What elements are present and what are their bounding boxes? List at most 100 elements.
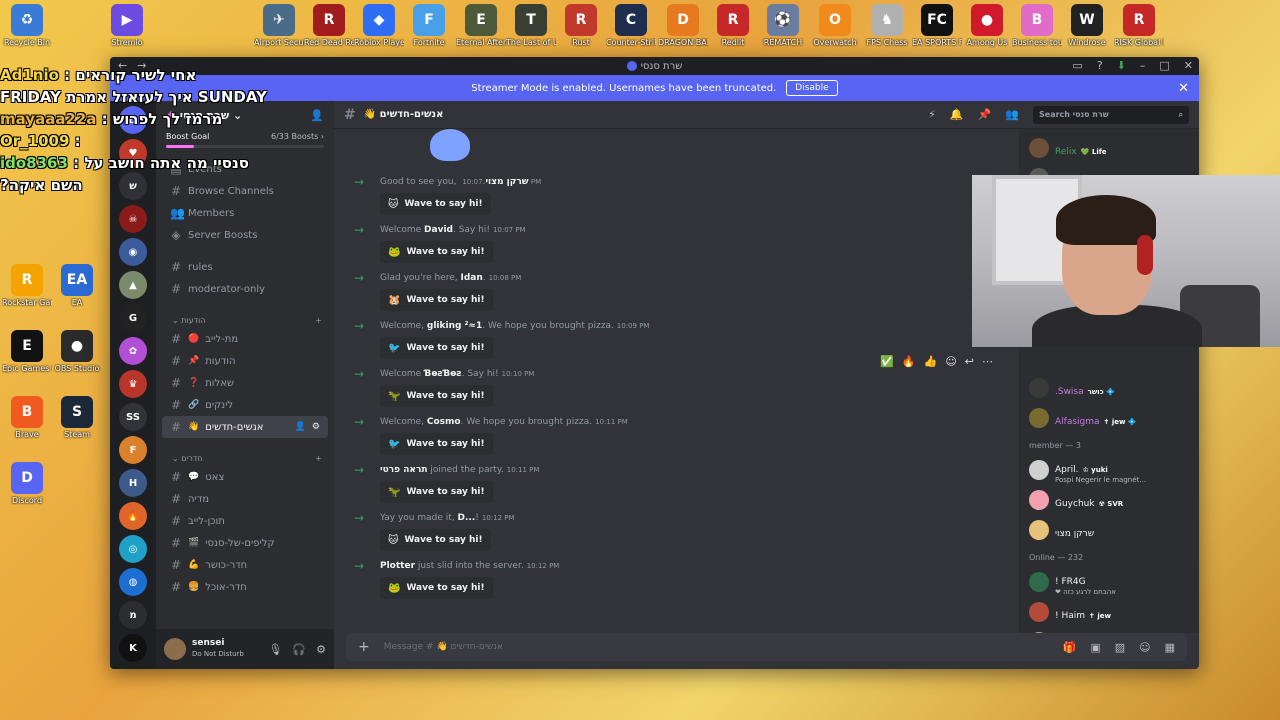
server-icon[interactable]: F <box>119 436 147 464</box>
close-window-icon[interactable]: ✕ <box>1184 59 1193 72</box>
member-item[interactable]: ! FR4G ❤ אהבתם לרגע כזה <box>1025 567 1193 597</box>
desktop-icon[interactable]: E Epic Games Launcher <box>2 326 52 374</box>
gif-icon[interactable]: ▣ <box>1090 641 1100 654</box>
server-icon[interactable]: SS <box>119 403 147 431</box>
wave-button[interactable]: 🐱 Wave to say hi! <box>380 529 491 551</box>
system-message[interactable]: → Plotter just slid into the server. 10:12… <box>350 555 1009 603</box>
gift-icon[interactable]: 🎁 <box>1063 641 1077 654</box>
gear-icon[interactable]: ⚙ <box>316 643 326 656</box>
desktop-icon[interactable]: ⚽ REMATCH <box>758 0 808 48</box>
desktop-icon[interactable]: ● OBS Studio <box>52 326 102 374</box>
fire-icon[interactable]: 🔥 <box>902 355 916 368</box>
message-composer[interactable]: + Message # 👋 אנשים-חדשים 🎁 ▣ ▨ ☺ ▦ <box>346 633 1187 661</box>
desktop-icon[interactable]: R Red Dead Redemption <box>304 0 354 48</box>
channel-item[interactable]: # 💬 צאט <box>162 466 328 488</box>
gear-icon[interactable]: ⚙ <box>312 422 320 432</box>
channel-item[interactable]: # מדיה <box>162 488 328 510</box>
wave-button[interactable]: 🐱 Wave to say hi! <box>380 193 491 215</box>
server-icon[interactable]: ◎ <box>119 535 147 563</box>
maximize-icon[interactable]: □ <box>1159 59 1169 72</box>
server-icon[interactable]: ◍ <box>119 568 147 596</box>
add-channel-icon[interactable]: + <box>315 454 322 463</box>
download-icon[interactable]: ⬇ <box>1117 59 1126 72</box>
server-icon[interactable]: ☠ <box>119 205 147 233</box>
wave-button[interactable]: 🐦 Wave to say hi! <box>380 337 493 359</box>
members-icon[interactable]: 👥 <box>1005 108 1019 121</box>
member-item[interactable]: שרקן מצוי <box>1025 515 1193 545</box>
channel-item[interactable]: # 👋 אנשים-חדשים 👤 ⚙ <box>162 416 328 438</box>
desktop-icon[interactable]: B Business tour <box>1012 0 1062 48</box>
channel-item[interactable]: # 🍔 חדר-אוכל <box>162 576 328 598</box>
check-icon[interactable]: ✅ <box>880 355 894 368</box>
wave-button[interactable]: 🐹 Wave to say hi! <box>380 289 493 311</box>
desktop-icon[interactable]: ● Among Us <box>962 0 1012 48</box>
reply-icon[interactable]: ↩ <box>965 355 974 368</box>
mic-icon[interactable]: 🎙 <box>268 643 282 656</box>
desktop-icon[interactable]: D Discord <box>2 458 52 506</box>
thumbs-up-icon[interactable]: 👍 <box>924 355 938 368</box>
desktop-icon[interactable]: ◆ Roblox Player <box>354 0 404 48</box>
pin-icon[interactable]: 📌 <box>978 108 992 121</box>
desktop-icon[interactable]: ♻ Recycle Bin <box>2 0 52 48</box>
desktop-icon[interactable]: R Redlit <box>708 0 758 48</box>
desktop-icon[interactable]: B Brave <box>2 392 52 440</box>
composer-placeholder[interactable]: Message # 👋 אנשים-חדשים <box>384 642 1049 652</box>
desktop-icon[interactable]: C Counter-Strike 2 <box>606 0 656 48</box>
close-banner-icon[interactable]: ✕ <box>1178 81 1189 96</box>
add-channel-icon[interactable]: + <box>315 316 322 325</box>
server-icon[interactable]: H <box>119 469 147 497</box>
desktop-icon[interactable]: W Windrose <box>1062 0 1112 48</box>
wave-button[interactable]: 🐦 Wave to say hi! <box>380 433 493 455</box>
wave-button[interactable]: 🐸 Wave to say hi! <box>380 241 493 263</box>
message-username[interactable]: gliking ²≈1 <box>427 321 482 331</box>
sticker-icon[interactable]: ▨ <box>1115 641 1125 654</box>
desktop-icon[interactable]: S Steam <box>52 392 102 440</box>
desktop-icon[interactable]: ▶ Stremio <box>102 0 152 48</box>
server-icon[interactable]: 🔥 <box>119 502 147 530</box>
desktop-icon[interactable]: FC EA SPORTS FC 26 <box>912 0 962 48</box>
member-item[interactable]: ! Haim ✝ jew <box>1025 597 1193 627</box>
help-icon[interactable]: ? <box>1097 59 1103 72</box>
member-item[interactable]: Alfasigma ✝ jew 💠 <box>1025 403 1193 433</box>
threads-icon[interactable]: ⚡ <box>928 108 936 121</box>
server-icon[interactable]: מ <box>119 601 147 629</box>
desktop-icon[interactable]: O Overwatch <box>810 0 860 48</box>
message-username[interactable]: Idan <box>460 273 482 283</box>
headphones-icon[interactable]: 🎧 <box>292 643 306 656</box>
desktop-icon[interactable]: E Eternal Aftermath <box>456 0 506 48</box>
member-item[interactable]: .Swisa כושר 💠 <box>1025 373 1193 403</box>
add-attachment-icon[interactable]: + <box>358 639 370 655</box>
channel-item[interactable]: # 🔴 מת-לייב <box>162 328 328 350</box>
desktop-icon[interactable]: R Rust <box>556 0 606 48</box>
system-message[interactable]: → תראה פרטי joined the party. 10:11 PM 🦖 Wav… <box>350 459 1009 507</box>
invite-icon[interactable]: 👤 <box>310 109 324 122</box>
member-item[interactable]: Guychuk ☢ SVR <box>1025 485 1193 515</box>
channel-item[interactable]: # 🎬 קליפים-של-סנסי <box>162 532 328 554</box>
invite-icon[interactable]: 👤 <box>295 422 306 432</box>
system-message[interactable]: → Yay you made it, D...! 10:12 PM 🐱 Wave to … <box>350 507 1009 555</box>
message-username[interactable]: David <box>424 225 453 235</box>
system-message[interactable]: → Good to see you, שרקן מצוי.10:07 PM 🐱 Wav… <box>350 171 1009 219</box>
message-username[interactable]: תראה פרטי <box>380 465 428 475</box>
desktop-icon[interactable]: ♞ FPS Chess <box>862 0 912 48</box>
server-icon[interactable]: ▲ <box>119 271 147 299</box>
member-item[interactable]: ! Nimi👊 SHOW <box>1025 627 1193 633</box>
search-input[interactable]: Search שרת סנסי ⌕ <box>1033 105 1189 124</box>
message-username[interactable]: Cosmo <box>427 417 461 427</box>
server-icon[interactable]: ✿ <box>119 337 147 365</box>
emoji-icon[interactable]: ☺ <box>1139 641 1150 654</box>
wave-button[interactable]: 🐸 Wave to say hi! <box>380 577 493 599</box>
category-announcements[interactable]: ⌄ הודעות + <box>156 312 334 328</box>
system-message[interactable]: → Welcome David. Say hi! 10:07 PM 🐸 Wave to … <box>350 219 1009 267</box>
server-icon[interactable]: K <box>119 634 147 662</box>
desktop-icon[interactable]: D DRAGON BALL Z <box>658 0 708 48</box>
channel-item[interactable]: # ❓ שאלות <box>162 372 328 394</box>
system-message[interactable]: → Glad you're here, Idan. 10:08 PM 🐹 Wave to… <box>350 267 1009 315</box>
inbox-icon[interactable]: ▭ <box>1072 59 1082 72</box>
message-username[interactable]: Plotter <box>380 561 415 571</box>
channel-item[interactable]: # 🔗 לינקים <box>162 394 328 416</box>
desktop-icon[interactable]: F Fortnite <box>404 0 454 48</box>
sidebar-item[interactable]: 👥 Members <box>162 202 328 224</box>
sidebar-item[interactable]: ◈ Server Boosts <box>162 224 328 246</box>
channel-item[interactable]: # 📌 הודעות <box>162 350 328 372</box>
